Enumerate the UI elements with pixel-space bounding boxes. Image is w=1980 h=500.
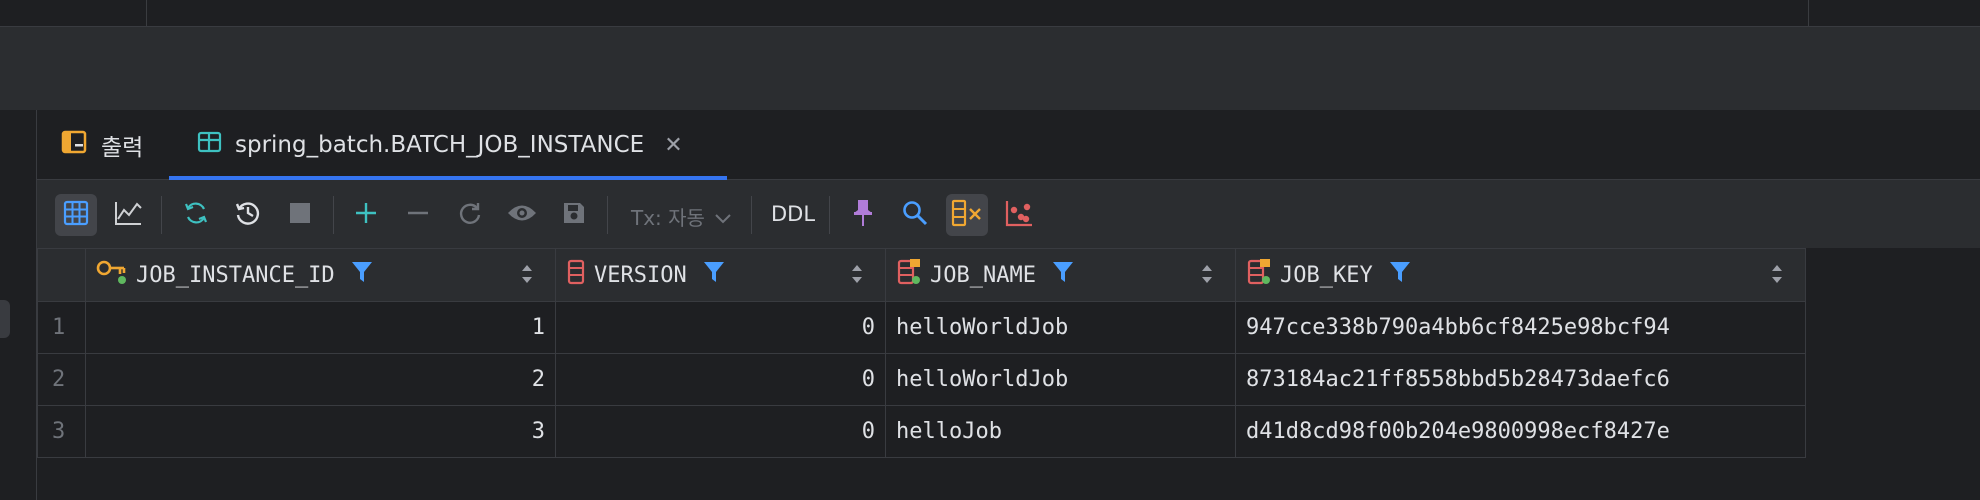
sort-icon[interactable] (1201, 263, 1213, 291)
save-icon (562, 201, 586, 229)
line-chart-icon (114, 200, 142, 230)
chevron-down-icon (715, 205, 731, 229)
separator (607, 196, 608, 234)
cell-version[interactable]: 0 (555, 353, 886, 406)
sort-icon[interactable] (521, 263, 533, 291)
cell-job-name[interactable]: helloJob (885, 405, 1236, 458)
column-index-icon (896, 258, 922, 292)
cell-job-key[interactable]: d41d8cd98f00b204e9800998ecf8427e (1235, 405, 1806, 458)
grid-icon (63, 200, 89, 230)
table-row[interactable]: 2 2 0 helloWorldJob 873184ac21ff8558bbd5… (37, 353, 1806, 406)
tx-mode-label: Tx: 자동 (631, 206, 705, 230)
table-row[interactable]: 3 3 0 helloJob d41d8cd98f00b204e9800998e… (37, 405, 1806, 458)
row-number: 2 (37, 353, 86, 406)
tab-label: 출력 (101, 135, 144, 161)
cell-job-instance-id[interactable]: 2 (85, 353, 556, 406)
cell-job-instance-id[interactable]: 1 (85, 301, 556, 354)
row-number: 1 (37, 301, 86, 354)
refresh-button[interactable] (175, 194, 217, 236)
column-header-job-key[interactable]: JOB_KEY (1235, 248, 1806, 302)
refresh-icon (183, 200, 209, 230)
close-icon[interactable]: ✕ (664, 133, 682, 158)
table-view-button[interactable] (55, 194, 97, 236)
sort-icon[interactable] (851, 263, 863, 291)
chart-view-button[interactable] (107, 194, 149, 236)
editor-area (0, 26, 1980, 111)
tab-bar: 출력 spring_batch.BATCH_JOB_INSTANCE ✕ (37, 110, 1980, 180)
plus-icon (354, 201, 378, 229)
separator (829, 196, 830, 234)
cell-job-name[interactable]: helloWorldJob (885, 301, 1236, 354)
cell-job-key[interactable]: 947cce338b790a4bb6cf8425e98bcf94 (1235, 301, 1806, 354)
column-toggle-button[interactable] (946, 194, 988, 236)
data-grid: JOB_INSTANCE_ID VERSION JOB_NAME JOB_KEY… (37, 248, 1980, 500)
column-header-job-name[interactable]: JOB_NAME (885, 248, 1236, 302)
cell-job-instance-id[interactable]: 3 (85, 405, 556, 458)
filter-icon[interactable] (1389, 260, 1411, 290)
scatter-icon (1005, 199, 1033, 231)
visualize-button[interactable] (998, 194, 1040, 236)
sort-icon[interactable] (1771, 263, 1783, 291)
tab-batch-job-instance[interactable]: spring_batch.BATCH_JOB_INSTANCE ✕ (197, 110, 683, 180)
row-number-header (37, 248, 86, 302)
pin-button[interactable] (842, 194, 884, 236)
reload-icon (457, 200, 483, 230)
filter-icon[interactable] (703, 260, 725, 290)
filter-icon[interactable] (351, 260, 373, 290)
table-icon (197, 130, 223, 160)
cell-job-key[interactable]: 873184ac21ff8558bbd5b28473daefc6 (1235, 353, 1806, 406)
history-button[interactable] (227, 194, 269, 236)
minus-icon (406, 201, 430, 229)
result-table: JOB_INSTANCE_ID VERSION JOB_NAME JOB_KEY… (37, 248, 1806, 458)
pin-icon (853, 199, 873, 231)
column-icon (566, 258, 586, 292)
preview-button[interactable] (501, 194, 543, 236)
column-header-job-instance-id[interactable]: JOB_INSTANCE_ID (85, 248, 556, 302)
separator (751, 196, 752, 234)
submit-button[interactable] (553, 194, 595, 236)
separator (161, 196, 162, 234)
column-name: JOB_NAME (930, 262, 1036, 288)
separator (333, 196, 334, 234)
delete-row-button[interactable] (397, 194, 439, 236)
divider (146, 0, 147, 26)
ddl-button[interactable]: DDL (771, 202, 815, 226)
stop-button[interactable] (279, 194, 321, 236)
add-row-button[interactable] (345, 194, 387, 236)
column-header-version[interactable]: VERSION (555, 248, 886, 302)
output-icon (61, 129, 89, 161)
column-index-icon (1246, 258, 1272, 292)
cell-version[interactable]: 0 (555, 405, 886, 458)
primary-key-icon (96, 258, 128, 292)
hide-column-icon (951, 199, 983, 231)
gutter-marker (0, 300, 10, 338)
filter-icon[interactable] (1052, 260, 1074, 290)
cell-version[interactable]: 0 (555, 301, 886, 354)
search-button[interactable] (894, 194, 936, 236)
header-row: JOB_INSTANCE_ID VERSION JOB_NAME JOB_KEY (37, 248, 1806, 302)
column-name: JOB_KEY (1280, 262, 1373, 288)
column-name: VERSION (594, 262, 687, 288)
eye-icon (507, 202, 537, 228)
cell-job-name[interactable]: helloWorldJob (885, 353, 1236, 406)
row-number: 3 (37, 405, 86, 458)
grid-toolbar: Tx: 자동 DDL (37, 180, 1980, 248)
history-icon (234, 199, 262, 231)
table-row[interactable]: 1 1 0 helloWorldJob 947cce338b790a4bb6cf… (37, 301, 1806, 354)
editor-top-strip (0, 0, 1980, 26)
revert-button[interactable] (449, 194, 491, 236)
divider (1808, 0, 1809, 26)
tab-output[interactable]: 출력 (61, 110, 143, 180)
column-name: JOB_INSTANCE_ID (136, 262, 335, 288)
transaction-mode-dropdown[interactable]: Tx: 자동 (631, 202, 731, 231)
stop-icon (289, 202, 311, 228)
search-icon (902, 200, 928, 230)
tab-label: spring_batch.BATCH_JOB_INSTANCE (235, 132, 645, 158)
